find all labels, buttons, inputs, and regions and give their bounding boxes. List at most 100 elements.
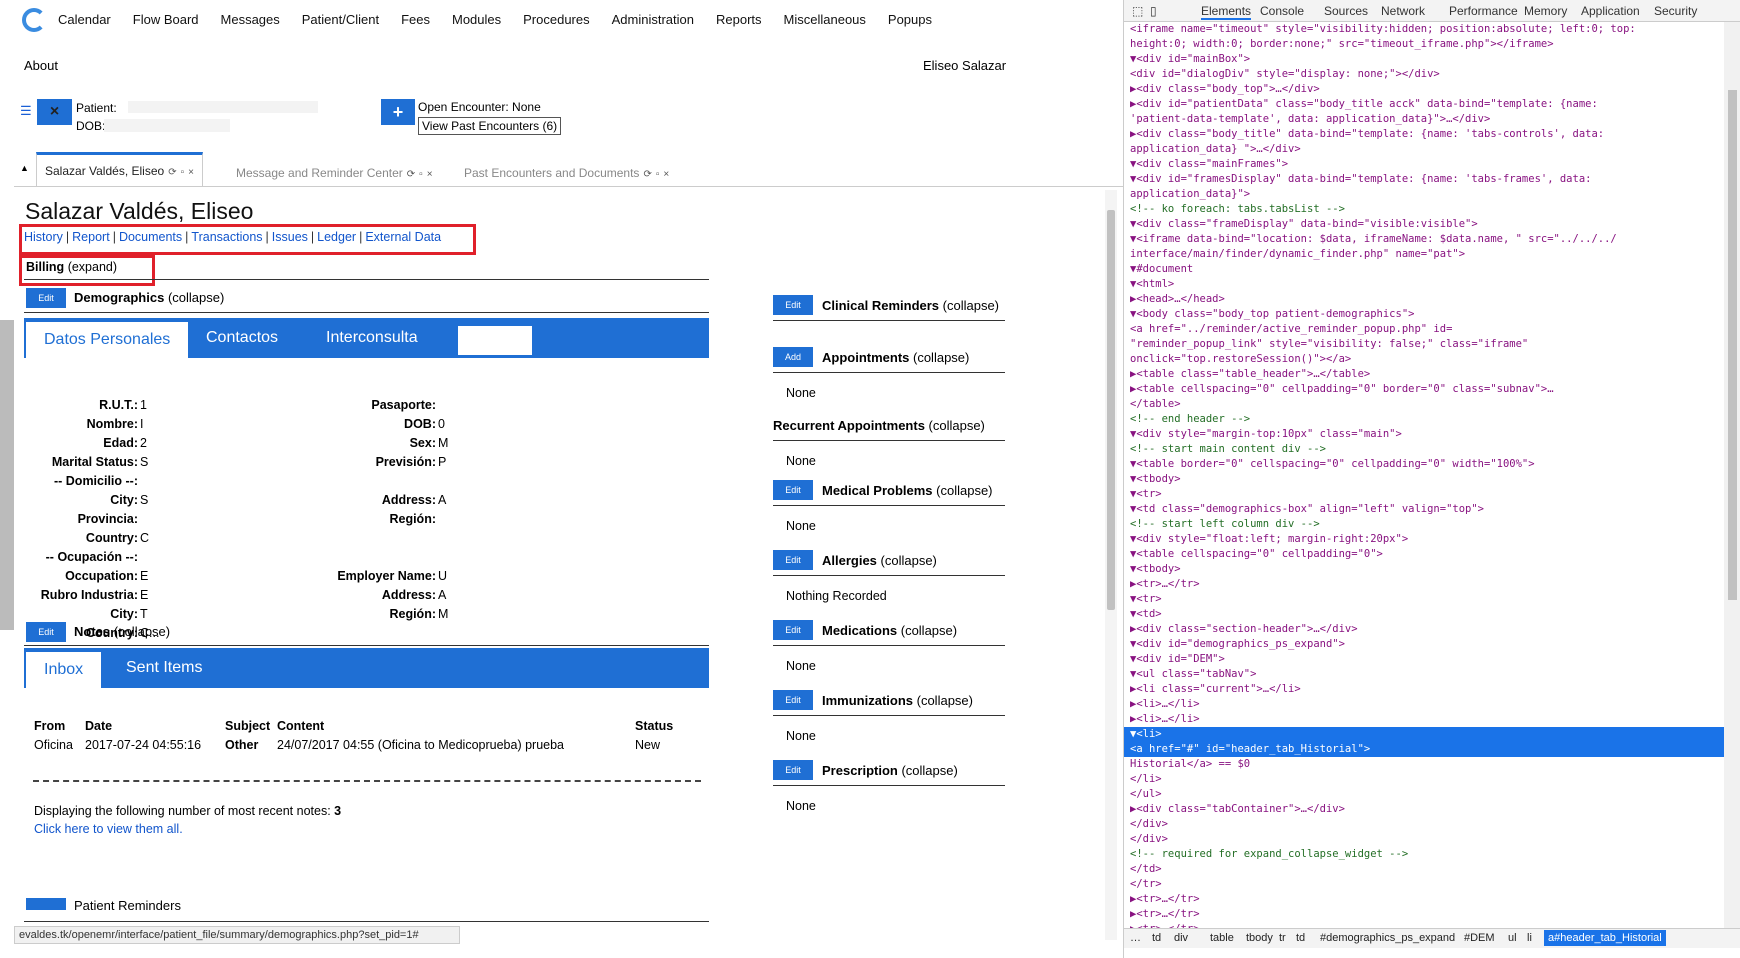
menu-item-reports[interactable]: Reports <box>716 12 762 27</box>
menu-item-procedures[interactable]: Procedures <box>523 12 589 27</box>
allergies-edit-button[interactable]: Edit <box>773 550 813 570</box>
medications-collapse[interactable]: (collapse) <box>897 623 957 638</box>
dom-node-line[interactable]: application_data} ">…</div> <box>1130 142 1301 157</box>
breadcrumb-item[interactable]: div <box>1174 932 1188 944</box>
devtools-tab-performance[interactable]: Performance <box>1449 4 1518 18</box>
frame-scrollbar-thumb[interactable] <box>1107 210 1115 610</box>
tab-message-center[interactable]: Message and Reminder Center ⟳ ▫ × <box>228 160 441 186</box>
appointments-add-button[interactable]: Add <box>773 347 813 367</box>
dom-node-line[interactable]: ▶<li>…</li> <box>1130 712 1200 727</box>
prescription-header[interactable]: Prescription (collapse) <box>822 763 958 778</box>
tab-interconsulta[interactable]: Interconsulta <box>308 318 436 358</box>
dom-node-line[interactable]: ▼<div id="mainBox"> <box>1130 52 1250 67</box>
appointments-header[interactable]: Appointments (collapse) <box>822 350 969 365</box>
tab-patient[interactable]: Salazar Valdés, Eliseo ⟳ ▫ × <box>36 152 203 186</box>
breadcrumb-item[interactable]: td <box>1296 932 1305 944</box>
dom-node-line[interactable]: ▼<td> <box>1130 607 1162 622</box>
medical-problems-collapse[interactable]: (collapse) <box>933 483 992 498</box>
dom-node-line[interactable]: height:0; width:0; border:none;" src="ti… <box>1130 37 1554 52</box>
devtools-scrollbar-thumb[interactable] <box>1728 90 1737 600</box>
tab-contactos[interactable]: Contactos <box>188 318 296 358</box>
dom-node-line[interactable]: ▶<table cellspacing="0" cellpadding="0" … <box>1130 382 1554 397</box>
dom-node-line[interactable]: ▼<iframe data-bind="location: $data, ifr… <box>1130 232 1617 247</box>
note-content[interactable]: 24/07/2017 04:55 (Oficina to Medicoprueb… <box>277 738 564 752</box>
dom-node-line[interactable]: ▼<li> <box>1130 727 1162 742</box>
breadcrumb-item[interactable]: tbody <box>1246 932 1273 944</box>
dom-node-line[interactable]: ▼<table border="0" cellspacing="0" cellp… <box>1130 457 1535 472</box>
tab-inbox[interactable]: Inbox <box>26 652 102 688</box>
dom-node-line[interactable]: ▼<td class="demographics-box" align="lef… <box>1130 502 1484 517</box>
dom-node-line[interactable]: </td> <box>1130 862 1162 877</box>
dom-node-line[interactable]: ▼<div class="frameDisplay" data-bind="vi… <box>1130 217 1478 232</box>
dom-node-line[interactable]: ▼#document <box>1130 262 1193 277</box>
dom-node-line[interactable]: ▼<html> <box>1130 277 1174 292</box>
prescription-edit-button[interactable]: Edit <box>773 760 813 780</box>
demographics-edit-button[interactable]: Edit <box>26 288 66 308</box>
dom-node-line[interactable]: ▶<tr>…</tr> <box>1130 907 1200 922</box>
collapse-arrow-icon[interactable]: ▲ <box>20 163 29 173</box>
current-user[interactable]: Eliseo Salazar <box>923 58 1006 73</box>
breadcrumb-item[interactable]: a#header_tab_Historial <box>1544 930 1666 946</box>
dom-node-line[interactable]: ▶<div class="section-header">…</div> <box>1130 622 1358 637</box>
dom-node-line[interactable]: ▼<tr> <box>1130 487 1162 502</box>
menu-about[interactable]: About <box>24 58 58 73</box>
breadcrumb-item[interactable]: tr <box>1279 932 1286 944</box>
tab-datos-personales[interactable]: Datos Personales <box>26 322 189 358</box>
breadcrumb-item[interactable]: td <box>1152 932 1161 944</box>
dom-node-line[interactable]: ▼<table cellspacing="0" cellpadding="0"> <box>1130 547 1383 562</box>
dom-node-line[interactable]: </tr> <box>1130 877 1162 892</box>
dom-node-line[interactable]: interface/main/finder/dynamic_finder.php… <box>1130 247 1465 262</box>
dom-node-line[interactable]: </div> <box>1130 832 1168 847</box>
dom-node-line[interactable]: 'patient-data-template', data: applicati… <box>1130 112 1490 127</box>
dom-node-line[interactable]: ▶<div class="body_top">…</div> <box>1130 82 1320 97</box>
dom-node-line[interactable]: ▼<tbody> <box>1130 562 1181 577</box>
medical-problems-edit-button[interactable]: Edit <box>773 480 813 500</box>
clinical-reminders-edit-button[interactable]: Edit <box>773 295 813 315</box>
dom-node-line[interactable]: </li> <box>1130 772 1162 787</box>
breadcrumb-item[interactable]: ul <box>1508 932 1517 944</box>
menu-item-administration[interactable]: Administration <box>612 12 694 27</box>
lock-icon[interactable]: ▫ <box>181 167 185 178</box>
breadcrumb-item[interactable]: #DEM <box>1464 932 1495 944</box>
tab-historial-blank[interactable] <box>458 326 532 355</box>
patient-finder-icon[interactable]: ☰ <box>20 104 34 118</box>
appointments-collapse[interactable]: (collapse) <box>909 350 969 365</box>
tab-sent-items[interactable]: Sent Items <box>108 648 220 688</box>
breadcrumb-item[interactable]: li <box>1527 932 1532 944</box>
menu-item-modules[interactable]: Modules <box>452 12 501 27</box>
dom-node-line[interactable]: ▶<li>…</li> <box>1130 697 1200 712</box>
dom-node-line[interactable]: <!-- start main content div --> <box>1130 442 1326 457</box>
devtools-tab-application[interactable]: Application <box>1581 4 1640 18</box>
refresh-icon[interactable]: ⟳ <box>643 169 651 180</box>
devtools-tab-security[interactable]: Security <box>1654 4 1697 18</box>
breadcrumb-item[interactable]: … <box>1130 932 1141 944</box>
dom-node-line[interactable]: ▶<div class="body_title" data-bind="temp… <box>1130 127 1604 142</box>
close-icon[interactable]: × <box>188 167 194 178</box>
devtools-tab-memory[interactable]: Memory <box>1524 4 1567 18</box>
tab-past-encounters[interactable]: Past Encounters and Documents ⟳ ▫ × <box>456 160 677 186</box>
menu-item-miscellaneous[interactable]: Miscellaneous <box>784 12 866 27</box>
dom-node-line[interactable]: ▼<div id="DEM"> <box>1130 652 1225 667</box>
menu-item-patient-client[interactable]: Patient/Client <box>302 12 379 27</box>
demographics-collapse[interactable]: (collapse) <box>168 290 224 305</box>
reminders-edit-button[interactable] <box>26 898 66 910</box>
dom-node-line[interactable]: <!-- start left column div --> <box>1130 517 1320 532</box>
lock-icon[interactable]: ▫ <box>419 169 423 180</box>
dom-node-line[interactable]: ▼<div id="framesDisplay" data-bind="temp… <box>1130 172 1591 187</box>
dom-node-line[interactable]: </table> <box>1130 397 1181 412</box>
immunizations-header[interactable]: Immunizations (collapse) <box>822 693 973 708</box>
prescription-collapse[interactable]: (collapse) <box>898 763 957 778</box>
dom-node-line[interactable]: ▼<div style="float:left; margin-right:20… <box>1130 532 1408 547</box>
menu-item-fees[interactable]: Fees <box>401 12 430 27</box>
dom-node-line[interactable]: ▼<div id="demographics_ps_expand"> <box>1130 637 1345 652</box>
immunizations-edit-button[interactable]: Edit <box>773 690 813 710</box>
dom-node-line[interactable]: <!-- required for expand_collapse_widget… <box>1130 847 1408 862</box>
recurrent-appointments-header[interactable]: Recurrent Appointments (collapse) <box>773 418 985 433</box>
openemr-logo-icon[interactable] <box>22 8 46 32</box>
devtools-tab-sources[interactable]: Sources <box>1324 4 1368 18</box>
devtools-tab-console[interactable]: Console <box>1260 4 1304 18</box>
clinical-reminders-collapse[interactable]: (collapse) <box>939 298 999 313</box>
dom-node-line[interactable]: <!-- end header --> <box>1130 412 1250 427</box>
devtools-tab-network[interactable]: Network <box>1381 4 1425 18</box>
immunizations-collapse[interactable]: (collapse) <box>913 693 973 708</box>
